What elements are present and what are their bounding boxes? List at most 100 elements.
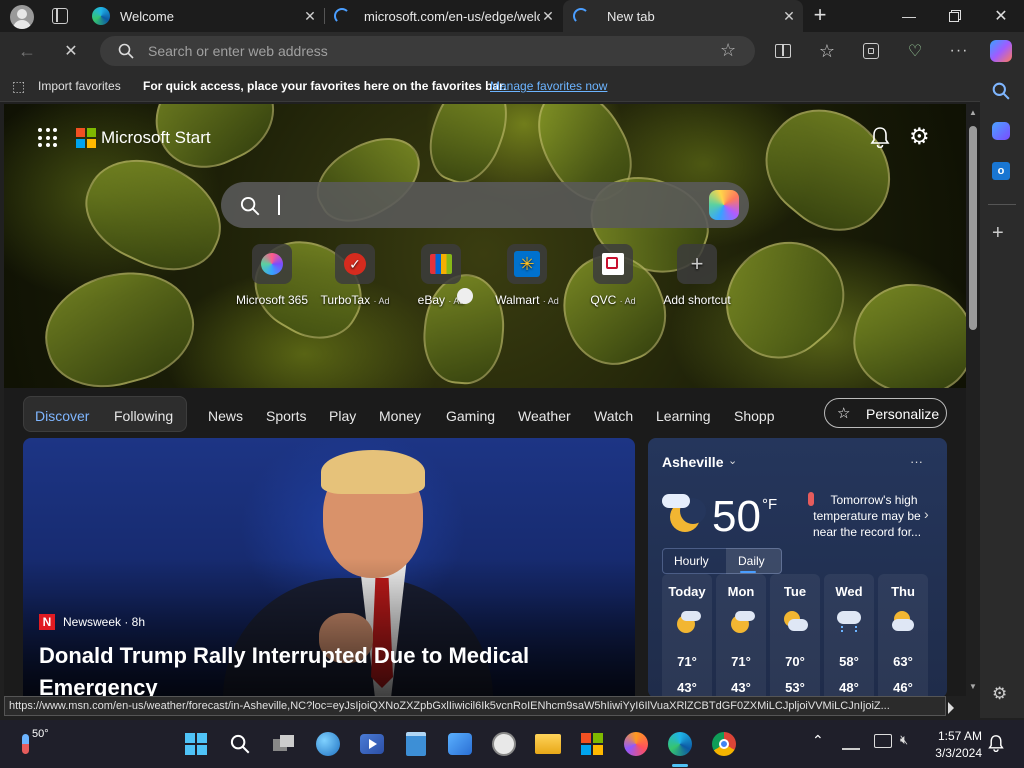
taskbar-app-notepad[interactable] (400, 728, 432, 760)
shortcut-microsoft-365[interactable]: Microsoft 365 (232, 244, 312, 307)
task-view-button[interactable] (268, 728, 300, 760)
network-icon[interactable] (842, 734, 860, 750)
sidebar-outlook-icon[interactable]: o (992, 162, 1010, 180)
new-tab-button[interactable]: + (808, 4, 832, 28)
chrome-icon (712, 732, 736, 756)
loading-spinner-icon (334, 8, 350, 24)
clock-date[interactable]: 3/3/2024 (926, 746, 982, 760)
tab-label: New tab (607, 8, 655, 24)
tab-following[interactable]: Following (114, 408, 173, 424)
nav-weather[interactable]: Weather (518, 408, 571, 424)
collections-button[interactable] (856, 36, 886, 66)
clock-time[interactable]: 1:57 AM (934, 729, 982, 743)
page-scrollbar[interactable]: ▲ ▼ (966, 104, 980, 696)
shortcut-walmart[interactable]: ✳ Walmart · Ad (487, 244, 567, 307)
taskbar-app-video[interactable] (356, 728, 388, 760)
nav-play[interactable]: Play (329, 408, 356, 424)
taskbar-app-globe[interactable] (312, 728, 344, 760)
shortcut-turbotax[interactable]: ✓ TurboTax · Ad (315, 244, 395, 307)
taskbar-chrome[interactable] (708, 728, 740, 760)
weather-city[interactable]: Asheville (662, 454, 723, 470)
favorite-star-icon[interactable]: ☆ (720, 40, 736, 61)
nav-shopping[interactable]: Shopp (734, 408, 774, 424)
address-bar[interactable]: Search or enter web address ☆ (100, 36, 755, 66)
manage-favorites-link[interactable]: Manage favorites now (490, 79, 607, 93)
chevron-right-icon[interactable]: › (924, 506, 929, 522)
taskbar-app-photos[interactable] (444, 728, 476, 760)
close-window-button[interactable]: ✕ (978, 0, 1024, 32)
page-settings-gear-icon[interactable]: ⚙ (909, 123, 930, 150)
close-icon[interactable]: ✕ (540, 8, 556, 24)
ad-badge: · Ad (619, 296, 636, 306)
tab-daily[interactable]: Daily (738, 554, 765, 568)
favorites-button[interactable]: ☆ (812, 36, 842, 66)
import-icon[interactable]: ⬚ (12, 78, 25, 95)
volume-muted-icon[interactable]: 🔇︎ (900, 732, 908, 748)
nav-sports[interactable]: Sports (266, 408, 306, 424)
tab-new-tab[interactable]: New tab ✕ (563, 0, 803, 32)
browser-essentials-button[interactable]: ♡ (900, 36, 930, 66)
stop-loading-button[interactable]: ✕ (56, 36, 86, 66)
weather-alert[interactable]: Tomorrow's high temperature may be near … (804, 492, 930, 540)
scrollbar-thumb[interactable] (969, 126, 977, 330)
taskbar-weather-widget[interactable]: 50° (14, 728, 54, 760)
news-card[interactable]: N Newsweek · 8h Donald Trump Rally Inter… (23, 438, 635, 696)
partly-cloudy-icon (782, 611, 808, 631)
personalize-button[interactable]: ☆ Personalize (824, 398, 947, 428)
forecast-day-tue[interactable]: Tue 70° 53° (770, 574, 820, 696)
split-screen-button[interactable] (768, 36, 798, 66)
tab-hourly[interactable]: Hourly (674, 554, 709, 568)
close-icon[interactable]: ✕ (302, 8, 318, 24)
news-headline[interactable]: Donald Trump Rally Interrupted Due to Me… (39, 640, 599, 696)
sidebar-search-icon[interactable] (992, 82, 1010, 100)
minimize-button[interactable]: — (886, 0, 932, 32)
shortcut-qvc[interactable]: QVC · Ad (573, 244, 653, 307)
start-button[interactable] (180, 728, 212, 760)
import-favorites-link[interactable]: Import favorites (38, 79, 121, 93)
notifications-bell-icon[interactable] (870, 126, 890, 148)
restore-button[interactable] (932, 0, 978, 32)
add-shortcut-button[interactable]: + Add shortcut (657, 244, 737, 307)
brand-title[interactable]: Microsoft Start (101, 128, 211, 148)
web-search-box[interactable] (221, 182, 749, 228)
forecast-day-today[interactable]: Today 71° 43° (662, 574, 712, 696)
nav-gaming[interactable]: Gaming (446, 408, 495, 424)
display-icon[interactable] (874, 734, 892, 748)
forecast-day-thu[interactable]: Thu 63° 46° (878, 574, 928, 696)
back-button[interactable]: ← (12, 36, 42, 66)
profile-avatar[interactable] (10, 5, 34, 29)
forecast-day-mon[interactable]: Mon 71° 43° (716, 574, 766, 696)
taskbar-app-clock[interactable] (488, 728, 520, 760)
temperature-unit[interactable]: °F (762, 496, 777, 513)
show-hidden-icons-chevron[interactable]: ⌃ (812, 732, 824, 749)
tab-discover[interactable]: Discover (35, 408, 89, 424)
sidebar-add-icon[interactable]: + (992, 222, 1004, 245)
tab-microsoft-edge-welcome[interactable]: microsoft.com/en-us/edge/welc ✕ (326, 0, 562, 32)
taskbar-file-explorer[interactable] (532, 728, 564, 760)
nav-watch[interactable]: Watch (594, 408, 633, 424)
taskbar-search-button[interactable] (224, 728, 256, 760)
chevron-down-icon[interactable]: ⌄ (728, 454, 737, 467)
taskbar-microsoft-store[interactable] (576, 728, 608, 760)
copilot-button[interactable] (986, 36, 1016, 66)
taskbar-firefox[interactable] (620, 728, 652, 760)
copilot-search-icon[interactable] (709, 190, 739, 220)
tab-welcome[interactable]: Welcome ✕ (84, 0, 324, 32)
more-options-icon[interactable]: ··· (910, 454, 923, 469)
nav-news[interactable]: News (208, 408, 243, 424)
scroll-up-arrow-icon[interactable]: ▲ (969, 108, 977, 117)
tab-actions-icon[interactable] (52, 8, 68, 24)
scroll-down-arrow-icon[interactable]: ▼ (969, 682, 977, 691)
sidebar-settings-icon[interactable]: ⚙ (992, 684, 1007, 704)
close-icon[interactable]: ✕ (781, 8, 797, 24)
notifications-bell-icon[interactable] (988, 734, 1004, 752)
nav-money[interactable]: Money (379, 408, 421, 424)
sidebar-copilot-icon[interactable] (992, 122, 1010, 140)
forecast-day-wed[interactable]: Wed 58° 48° (824, 574, 874, 696)
taskbar-edge[interactable] (664, 728, 696, 760)
app-launcher-icon[interactable] (38, 128, 58, 148)
search-icon (240, 196, 260, 216)
settings-more-button[interactable]: ··· (944, 36, 974, 66)
nav-learning[interactable]: Learning (656, 408, 711, 424)
weather-card[interactable]: Asheville ⌄ ··· 50 °F Tomorrow's high te… (648, 438, 947, 696)
